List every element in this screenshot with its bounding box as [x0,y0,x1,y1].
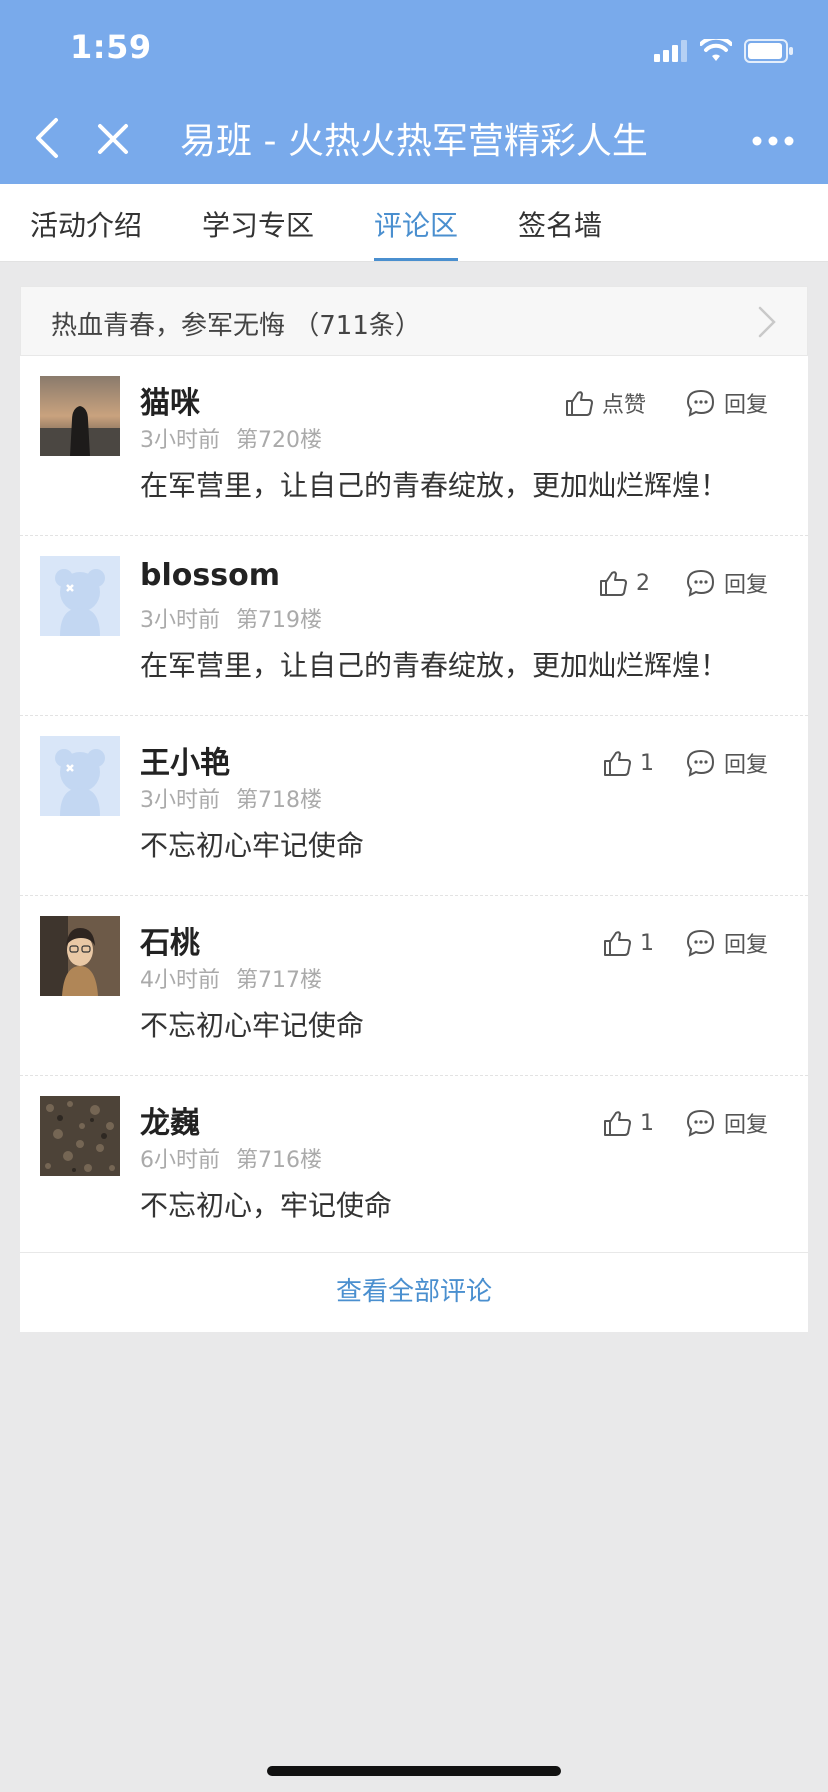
comments-card: 热血青春，参军无悔 （711条） 猫咪 3小时前 第720楼 在军营里，让自己的青 [20,286,808,1332]
default-avatar-bear-icon [55,569,105,636]
like-button[interactable]: 1 [602,746,654,780]
status-time: 1:59 [70,28,152,66]
reply-button[interactable]: 回复 [686,926,768,960]
comment-time: 3小时前 [140,428,220,453]
like-button[interactable]: 2 [598,566,650,600]
comment-meta: 3小时前 第720楼 [140,422,322,454]
like-button[interactable]: 1 [602,926,654,960]
comment-time: 3小时前 [140,788,220,813]
comment-floor: 第717楼 [236,968,322,993]
reply-button[interactable]: 回复 [686,746,768,780]
comment-bubble-icon [686,1109,714,1137]
like-count: 1 [640,1110,654,1136]
reply-label: 回复 [723,753,768,778]
signal-icon [654,40,687,62]
comment-floor: 第719楼 [236,608,322,633]
like-count: 1 [640,930,654,956]
chevron-right-icon [758,306,776,338]
comment-text: 不忘初心，牢记使命 [140,1189,393,1222]
wifi-icon [700,39,732,61]
page-title: 易班 - 火热火热军营精彩人生 [180,121,648,162]
more-icon[interactable] [752,136,794,146]
reply-label: 回复 [723,933,768,958]
thumbs-up-icon [604,931,631,956]
reply-button[interactable]: 回复 [686,1106,768,1140]
reply-label: 回复 [723,393,768,418]
topic-header[interactable]: 热血青春，参军无悔 （711条） [20,286,808,356]
battery-icon [744,39,793,63]
comment-item: 龙巍 6小时前 第716楼 不忘初心，牢记使命 1 回复 [20,1076,808,1256]
avatar[interactable] [40,916,120,996]
comment-bubble-icon [686,389,714,417]
like-button[interactable]: 点赞 [564,386,646,420]
comment-meta: 4小时前 第717楼 [140,962,322,994]
avatar-photo [40,376,120,456]
comment-username[interactable]: 猫咪 [140,378,200,422]
top-bar: 1:59 易班 - 火热火热军营精彩人生 [0,0,828,184]
comment-meta: 6小时前 第716楼 [140,1142,322,1174]
comment-time: 6小时前 [140,1148,220,1173]
comment-username[interactable]: 王小艳 [140,738,230,782]
avatar-photo [40,1096,120,1176]
comment-floor: 第720楼 [236,428,322,453]
like-count: 2 [636,570,650,596]
home-indicator[interactable] [267,1766,561,1776]
comment-time: 3小时前 [140,608,220,633]
view-all-comments-link[interactable]: 查看全部评论 [20,1252,808,1332]
comment-time: 4小时前 [140,968,220,993]
comment-meta: 3小时前 第718楼 [140,782,322,814]
comment-username[interactable]: blossom [140,558,280,593]
topic-title: 热血青春，参军无悔 （711条） [51,311,421,341]
reply-label: 回复 [723,1113,768,1138]
thumbs-up-icon [566,391,593,416]
comment-bubble-icon [686,569,714,597]
comment-item: 猫咪 3小时前 第720楼 在军营里，让自己的青春绽放，更加灿烂辉煌！ 点赞 回复 [20,356,808,536]
tab-comments[interactable]: 评论区 [374,204,458,244]
comment-text: 在军营里，让自己的青春绽放，更加灿烂辉煌！ [140,469,729,502]
like-count: 1 [640,750,654,776]
tab-study[interactable]: 学习专区 [202,204,314,244]
like-button[interactable]: 1 [602,1106,654,1140]
comment-bubble-icon [686,929,714,957]
avatar[interactable] [40,556,120,636]
avatar[interactable] [40,376,120,456]
comment-text: 不忘初心牢记使命 [140,829,365,862]
thumbs-up-icon [604,1111,631,1136]
active-tab-indicator [374,258,458,261]
tab-signature-wall[interactable]: 签名墙 [518,204,602,244]
default-avatar-bear-icon [55,749,105,816]
thumbs-up-icon [604,751,631,776]
comment-meta: 3小时前 第719楼 [140,602,322,634]
avatar[interactable] [40,736,120,816]
like-label: 点赞 [602,393,647,418]
thumbs-up-icon [600,571,627,596]
tab-intro[interactable]: 活动介绍 [30,204,142,244]
tab-bar: 活动介绍 学习专区 评论区 签名墙 [0,184,828,262]
reply-button[interactable]: 回复 [686,386,768,420]
comment-text: 在军营里，让自己的青春绽放，更加灿烂辉煌！ [140,649,729,682]
comment-text: 不忘初心牢记使命 [140,1009,365,1042]
comment-floor: 第716楼 [236,1148,322,1173]
status-icons [654,36,794,66]
comment-username[interactable]: 石桃 [140,918,200,962]
avatar-photo [40,916,120,996]
reply-label: 回复 [723,573,768,598]
screen: 1:59 易班 - 火热火热军营精彩人生 活动介绍 学习专区 评论区 签名墙 热… [0,0,828,1792]
comment-bubble-icon [686,749,714,777]
comment-item: 石桃 4小时前 第717楼 不忘初心牢记使命 1 回复 [20,896,808,1076]
avatar[interactable] [40,1096,120,1176]
comment-item: 王小艳 3小时前 第718楼 不忘初心牢记使命 1 回复 [20,716,808,896]
comment-username[interactable]: 龙巍 [140,1098,200,1142]
comment-item: blossom 3小时前 第719楼 在军营里，让自己的青春绽放，更加灿烂辉煌！ … [20,536,808,716]
comment-floor: 第718楼 [236,788,322,813]
reply-button[interactable]: 回复 [686,566,768,600]
